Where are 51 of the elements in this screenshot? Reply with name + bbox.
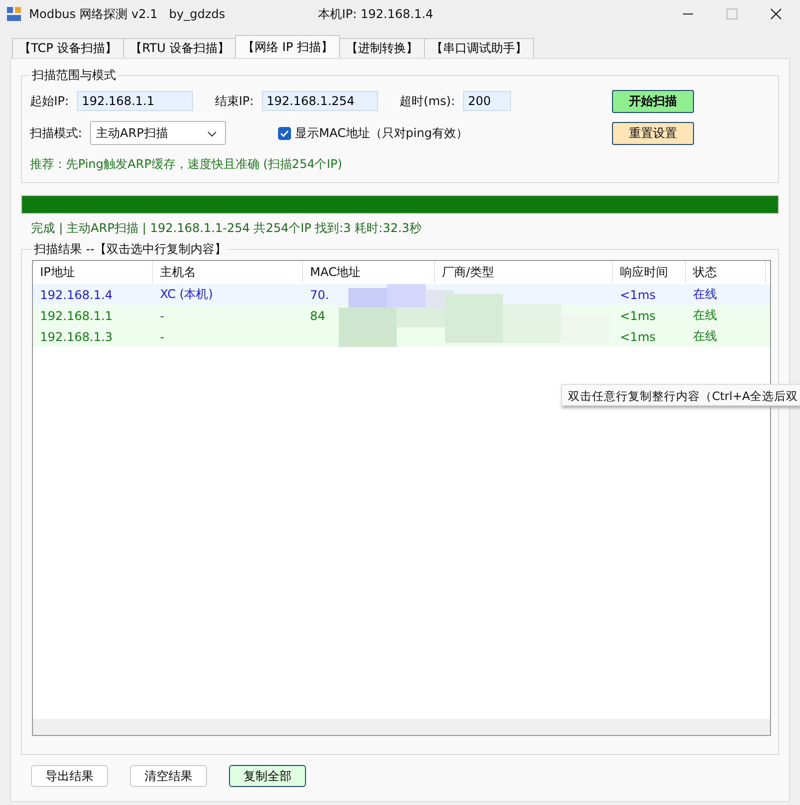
table-cell: - [160,330,164,344]
action-button[interactable]: 复制全部 [229,765,306,787]
table-cell: 在线 [693,287,717,301]
table-cell: 192.168.1.1 [40,308,113,322]
hint-text: 推荐：先Ping触发ARP缓存，速度快且准确 (扫描254个IP) [30,156,344,173]
group-title: 扫描范围与模式 [31,67,117,84]
close-icon[interactable] [770,8,782,20]
horizontal-scrollbar[interactable] [33,719,770,735]
caret-icon [207,131,218,137]
action-button[interactable]: 导出结果 [31,765,108,787]
field-label: 结束IP: [214,92,254,110]
tab[interactable]: 【网络 IP 扫描】 [235,35,340,58]
table-cell: 70. [310,288,330,302]
table-cell: 192.168.1.4 [40,288,113,302]
column-header[interactable]: 厂商/类型 [435,261,613,283]
tab[interactable]: 【RTU 设备扫描】 [123,38,236,58]
table-cell: XC (本机) [160,287,213,301]
start-scan-button[interactable]: 开始扫描 [612,90,694,112]
checkbox-label: 显示MAC地址（只对ping有效） [295,124,468,142]
field-label: 扫描模式: [30,124,82,142]
mode-dropdown[interactable]: 主动ARP扫描 [90,121,226,145]
tab[interactable]: 【TCP 设备扫描】 [12,38,124,58]
tab[interactable]: 【串口调试助手】 [424,38,534,58]
input-field[interactable]: 192.168.1.1 [76,91,193,111]
column-header[interactable]: IP地址 [33,261,153,283]
reset-button[interactable]: 重置设置 [612,122,694,144]
column-header[interactable]: MAC地址 [303,261,435,283]
input-field[interactable]: 192.168.1.254 [262,91,378,111]
group-title: 扫描结果 --【双击选中行复制内容】 [33,241,228,258]
table-cell: - [160,308,164,322]
table-cell: <1ms [620,330,656,344]
column-header[interactable]: 主机名 [153,261,303,283]
status-text: 完成 | 主动ARP扫描 | 192.168.1.1-254 共254个IP 找到:3 耗时:32.3秒 [31,220,422,237]
field-label: 起始IP: [30,92,69,110]
column-header[interactable]: 响应时间 [613,261,686,283]
column-header[interactable]: 状态 [686,261,766,283]
table-cell: 84 [310,308,326,322]
field-label: 超时(ms): [400,92,456,110]
input-field[interactable]: 200 [463,91,512,111]
window-title: Modbus 网络探测 v2.1 by_gdzds [29,6,226,22]
action-button[interactable]: 清空结果 [130,765,207,787]
table-cell: <1ms [620,308,656,322]
table-cell: <1ms [620,288,656,302]
tooltip: 双击任意行复制整行内容（Ctrl+A全选后双 [561,384,800,406]
local-ip-text: 本机IP: 192.168.1.4 [318,6,434,23]
app-icon [6,6,22,22]
table-cell: 在线 [693,329,717,343]
checkbox[interactable] [278,126,292,140]
tab[interactable]: 【进制转换】 [338,38,425,58]
table-cell: 在线 [693,308,717,322]
table-cell: 192.168.1.3 [40,330,113,344]
